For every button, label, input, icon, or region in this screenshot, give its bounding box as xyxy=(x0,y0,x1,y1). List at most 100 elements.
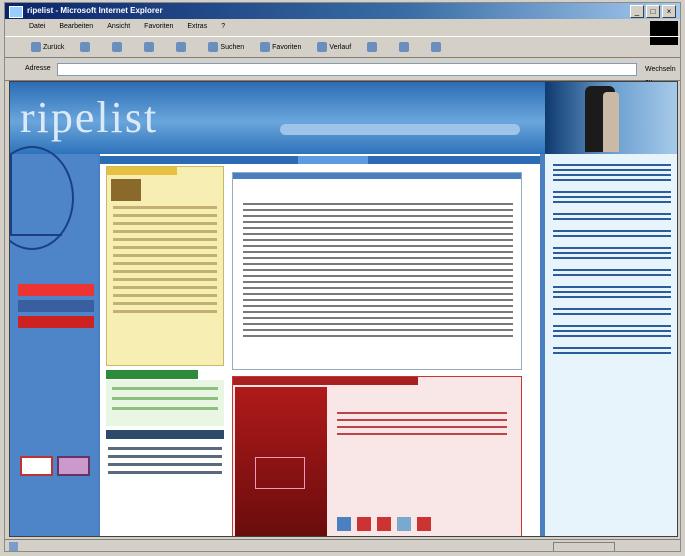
history-icon xyxy=(317,42,328,52)
news-link[interactable] xyxy=(113,206,217,209)
sidebar-link[interactable] xyxy=(553,230,671,237)
stop-button[interactable] xyxy=(108,39,132,55)
nav-banner-3[interactable] xyxy=(18,316,94,328)
banner-search-field[interactable] xyxy=(280,124,520,135)
news-link[interactable] xyxy=(113,302,217,305)
right-sidebar xyxy=(542,154,677,536)
book-cover[interactable] xyxy=(235,387,327,536)
title-bar[interactable]: ripelist - Microsoft Internet Explorer _… xyxy=(5,3,680,19)
mail-icon xyxy=(367,42,378,52)
dark-section xyxy=(106,442,224,482)
favorites-button[interactable]: Favoriten xyxy=(256,39,305,55)
promo-icon[interactable] xyxy=(357,517,371,531)
news-link[interactable] xyxy=(113,270,217,273)
print-button[interactable] xyxy=(395,39,419,55)
stop-icon xyxy=(112,42,123,52)
menu-edit[interactable]: Bearbeiten xyxy=(59,20,93,34)
refresh-button[interactable] xyxy=(140,39,164,55)
news-link[interactable] xyxy=(113,294,217,297)
maximize-button[interactable]: □ xyxy=(646,5,660,18)
back-label: Zurück xyxy=(43,43,65,51)
promo-icon[interactable] xyxy=(337,517,351,531)
flag-icons xyxy=(20,456,90,476)
menu-view[interactable]: Ansicht xyxy=(107,20,130,34)
sidebar-link[interactable] xyxy=(553,325,671,337)
news-link[interactable] xyxy=(113,230,217,233)
news-link[interactable] xyxy=(113,222,217,225)
nav-banner-1[interactable] xyxy=(18,284,94,296)
edit-button[interactable] xyxy=(427,39,451,55)
menu-favorites[interactable]: Favoriten xyxy=(144,20,173,34)
promo-icon[interactable] xyxy=(397,517,411,531)
banner-figure-secondary xyxy=(603,92,619,152)
status-bar xyxy=(5,539,680,551)
nav-banner-2[interactable] xyxy=(18,300,94,312)
promo-icon[interactable] xyxy=(417,517,431,531)
sidebar-link[interactable] xyxy=(553,286,671,298)
forward-arrow-icon xyxy=(80,42,91,52)
sidebar-link[interactable] xyxy=(553,347,671,354)
banner-photo xyxy=(545,82,677,154)
news-link[interactable] xyxy=(113,262,217,265)
dark-link[interactable] xyxy=(108,455,222,458)
promo-icon[interactable] xyxy=(377,517,391,531)
home-button[interactable] xyxy=(172,39,196,55)
ie-icon xyxy=(9,6,23,18)
sidebar-link[interactable] xyxy=(553,213,671,220)
sidebar-link[interactable] xyxy=(553,164,671,181)
news-link[interactable] xyxy=(113,286,217,289)
active-tab[interactable] xyxy=(298,156,368,164)
back-arrow-icon xyxy=(31,42,41,52)
site-logo[interactable]: ripelist xyxy=(20,92,158,143)
sidebar-link[interactable] xyxy=(553,269,671,276)
address-label: Adresse xyxy=(25,65,51,72)
news-link[interactable] xyxy=(113,310,217,313)
dark-section-header xyxy=(106,430,224,439)
promo-icons xyxy=(337,517,431,531)
printer-icon xyxy=(399,42,410,52)
browser-window: ripelist - Microsoft Internet Explorer _… xyxy=(4,2,681,552)
history-button[interactable]: Verlauf xyxy=(313,39,355,55)
green-link[interactable] xyxy=(112,387,218,390)
article-header-bar xyxy=(233,173,521,179)
main-article xyxy=(232,172,522,370)
mail-button[interactable] xyxy=(363,39,387,55)
menu-tools[interactable]: Extras xyxy=(187,20,207,34)
green-section-header xyxy=(106,370,198,379)
news-link[interactable] xyxy=(113,214,217,217)
favorites-label: Favoriten xyxy=(272,43,302,51)
sidebar-link[interactable] xyxy=(553,308,671,315)
news-thumbnail[interactable] xyxy=(111,179,141,201)
forward-button[interactable] xyxy=(76,39,100,55)
window-title: ripelist - Microsoft Internet Explorer xyxy=(27,6,163,15)
dark-link[interactable] xyxy=(108,471,222,474)
news-link[interactable] xyxy=(113,254,217,257)
green-link[interactable] xyxy=(112,407,218,410)
go-button[interactable]: Wechseln zu xyxy=(645,63,676,86)
news-link[interactable] xyxy=(113,246,217,249)
dark-link[interactable] xyxy=(108,463,222,466)
back-button[interactable]: Zurück xyxy=(27,39,68,55)
menu-bar: Datei Bearbeiten Ansicht Favoriten Extra… xyxy=(5,20,680,34)
search-button[interactable]: Suchen xyxy=(204,39,248,55)
site-banner: ripelist xyxy=(10,82,677,154)
main-content xyxy=(100,154,540,536)
green-link[interactable] xyxy=(112,397,218,400)
flag-icon[interactable] xyxy=(20,456,53,476)
promo-text xyxy=(337,407,507,440)
flag-icon[interactable] xyxy=(57,456,90,476)
menu-file[interactable]: Datei xyxy=(29,20,45,34)
news-link[interactable] xyxy=(113,278,217,281)
dark-link[interactable] xyxy=(108,447,222,450)
news-link[interactable] xyxy=(113,238,217,241)
book-title-plate xyxy=(255,457,305,489)
web-page: ripelist xyxy=(9,81,678,537)
news-box-header xyxy=(107,167,177,175)
sidebar-link[interactable] xyxy=(553,247,671,259)
menu-help[interactable]: ? xyxy=(221,20,225,34)
sidebar-link[interactable] xyxy=(553,191,671,203)
close-button[interactable]: × xyxy=(662,5,676,18)
content-nav-stripe xyxy=(100,156,540,164)
address-input[interactable] xyxy=(57,63,637,76)
minimize-button[interactable]: _ xyxy=(630,5,644,18)
